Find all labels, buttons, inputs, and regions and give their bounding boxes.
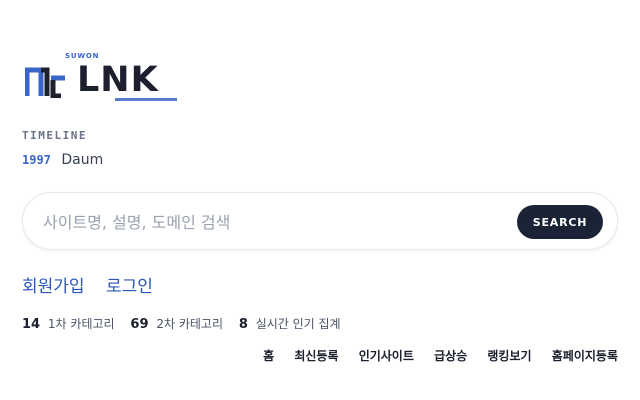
logo-underline bbox=[115, 98, 177, 101]
signup-link[interactable]: 회원가입 bbox=[22, 277, 85, 297]
stat-label-primary-categories: 1차 카테고리 bbox=[47, 317, 115, 331]
stat-label-realtime-popular: 실시간 인기 집계 bbox=[255, 317, 341, 331]
logo-text: LNK bbox=[77, 60, 159, 100]
stat-count-secondary-categories: 69 bbox=[130, 317, 149, 332]
timeline-label: TIMELINE bbox=[22, 129, 87, 142]
stat-count-realtime-popular: 8 bbox=[238, 317, 248, 332]
nav-trending[interactable]: 급상승 bbox=[434, 349, 467, 363]
nav-home[interactable]: 홈 bbox=[263, 349, 274, 363]
nav-register-site[interactable]: 홈페이지등록 bbox=[552, 349, 618, 363]
main-nav: 홈 최신등록 인기사이트 급상승 랭킹보기 홈페이지등록 bbox=[247, 347, 618, 364]
bracket-logo-icon bbox=[25, 67, 65, 98]
search-input[interactable] bbox=[43, 205, 503, 239]
timeline-year: 1997 bbox=[22, 153, 51, 167]
nav-latest[interactable]: 최신등록 bbox=[294, 349, 338, 363]
stat-label-secondary-categories: 2차 카테고리 bbox=[156, 317, 223, 331]
search-button[interactable]: SEARCH bbox=[517, 205, 603, 239]
search-bar: SEARCH bbox=[22, 192, 618, 250]
stats-row: 14 1차 카테고리 69 2차 카테고리 8 실시간 인기 집계 bbox=[22, 315, 353, 332]
login-link[interactable]: 로그인 bbox=[106, 277, 153, 297]
timeline-entry: 1997 Daum bbox=[22, 152, 103, 168]
nav-popular-sites[interactable]: 인기사이트 bbox=[359, 349, 414, 363]
auth-links: 회원가입 로그인 bbox=[22, 272, 169, 297]
site-logo[interactable]: SUWON LNK bbox=[25, 52, 177, 104]
nav-ranking[interactable]: 랭킹보기 bbox=[487, 349, 531, 363]
stat-count-primary-categories: 14 bbox=[22, 317, 41, 332]
timeline-event[interactable]: Daum bbox=[61, 152, 103, 168]
page: SUWON LNK TIMELINE 1997 Daum SEARCH 회원가입… bbox=[0, 0, 640, 400]
